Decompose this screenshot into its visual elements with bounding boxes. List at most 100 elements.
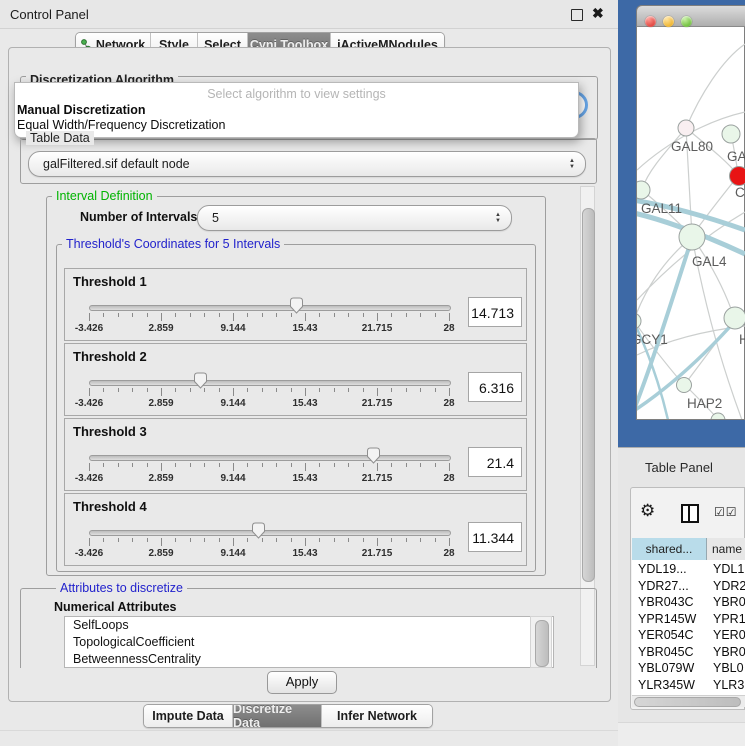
attribute-list-item[interactable]: TopologicalCoefficient	[65, 634, 553, 651]
network-node[interactable]	[679, 224, 705, 250]
zoom-traffic-light-icon[interactable]	[681, 16, 692, 27]
table-row[interactable]: YPR145WYPR1	[632, 612, 745, 629]
threshold-value-field[interactable]: 21.4	[468, 447, 522, 477]
table-row[interactable]: YBL079WYBL0	[632, 661, 745, 678]
minor-tick	[406, 463, 407, 467]
threshold-value-field[interactable]: 6.316	[468, 372, 522, 402]
slider-thumb[interactable]	[289, 297, 304, 314]
close-icon[interactable]: ✖	[592, 5, 604, 22]
algorithm-option-manual[interactable]: Manual Discretization	[17, 103, 146, 117]
select-columns-icon[interactable]: ☑☑	[714, 505, 738, 519]
minor-tick	[175, 538, 176, 542]
table-row[interactable]: YLR345WYLR3	[632, 678, 745, 695]
table-row[interactable]: YDR27...YDR2	[632, 579, 745, 596]
minor-tick	[319, 538, 320, 542]
network-node[interactable]	[722, 125, 740, 143]
minor-tick	[406, 538, 407, 542]
slider-track[interactable]	[89, 455, 451, 461]
cell-shared-name: YDL19...	[638, 562, 687, 576]
network-edge[interactable]	[692, 237, 734, 317]
network-edge[interactable]	[637, 237, 692, 320]
minor-tick	[276, 463, 277, 467]
algorithm-option-equal-width[interactable]: Equal Width/Frequency Discretization	[17, 118, 225, 132]
minor-tick	[103, 313, 104, 317]
tick-label: 21.715	[352, 548, 402, 559]
cell-shared-name: YBL079W	[638, 661, 694, 675]
minor-tick	[118, 463, 119, 467]
table-data-combobox[interactable]: galFiltered.sif default node ▲▼	[28, 151, 586, 177]
tick-label: 21.715	[352, 323, 402, 334]
tab-label: Discretize Data	[233, 704, 321, 728]
apply-button[interactable]: Apply	[267, 671, 337, 694]
minor-tick	[363, 313, 364, 317]
network-node[interactable]	[677, 378, 692, 393]
minor-tick	[319, 388, 320, 392]
network-node[interactable]	[724, 307, 745, 329]
major-tick	[233, 388, 234, 396]
major-tick	[161, 388, 162, 396]
threshold-value-field[interactable]: 11.344	[468, 522, 522, 552]
major-tick	[89, 463, 90, 471]
table-row[interactable]: YER054CYER0	[632, 628, 745, 645]
minor-tick	[435, 463, 436, 467]
minor-tick	[391, 463, 392, 467]
tab-infer-network[interactable]: Infer Network	[322, 705, 432, 727]
table-row[interactable]: YBR043CYBR0	[632, 595, 745, 612]
network-node[interactable]	[637, 313, 641, 329]
tab-discretize-data[interactable]: Discretize Data	[233, 705, 322, 727]
slider-thumb[interactable]	[193, 372, 208, 389]
float-window-icon[interactable]	[571, 9, 583, 21]
minor-tick	[391, 388, 392, 392]
table-hscrollbar-track[interactable]	[632, 695, 745, 707]
network-edge[interactable]	[642, 128, 686, 189]
major-tick	[449, 388, 450, 396]
minimize-traffic-light-icon[interactable]	[663, 16, 674, 27]
node-label: GCY1	[637, 332, 668, 347]
threshold-value-field[interactable]: 14.713	[468, 297, 522, 327]
network-node[interactable]	[637, 181, 650, 199]
gear-icon[interactable]: ⚙	[640, 501, 655, 521]
minor-tick	[247, 538, 248, 542]
attribute-list-item[interactable]: SelfLoops	[65, 617, 553, 634]
close-traffic-light-icon[interactable]	[645, 16, 656, 27]
minor-tick	[276, 313, 277, 317]
major-tick	[233, 313, 234, 321]
numerical-attributes-label: Numerical Attributes	[54, 600, 176, 614]
network-node[interactable]	[678, 120, 694, 136]
control-panel-title: Control Panel	[10, 7, 89, 22]
major-tick	[305, 388, 306, 396]
slider-track[interactable]	[89, 305, 451, 311]
number-of-intervals-combobox[interactable]: 5 ▲▼	[197, 205, 512, 231]
minor-tick	[103, 538, 104, 542]
column-header-shared-name[interactable]: shared...	[632, 538, 707, 560]
network-edge[interactable]	[686, 44, 745, 128]
slider-thumb[interactable]	[366, 447, 381, 464]
slider-thumb[interactable]	[251, 522, 266, 539]
network-canvas[interactable]: GAL80GACGAL11GAL4GCY1HHAP2	[637, 27, 745, 419]
slider-track[interactable]	[89, 530, 451, 536]
tab-impute-data[interactable]: Impute Data	[144, 705, 233, 727]
divider	[0, 730, 618, 731]
combobox-arrows-icon: ▲▼	[569, 158, 575, 170]
network-node[interactable]	[730, 167, 745, 186]
tick-label: 28	[424, 473, 474, 484]
table-row[interactable]: YBR045CYBR0	[632, 645, 745, 662]
slider-track[interactable]	[89, 380, 451, 386]
minor-tick	[334, 538, 335, 542]
minor-tick	[175, 463, 176, 467]
major-tick	[161, 463, 162, 471]
minor-tick	[118, 388, 119, 392]
table-row[interactable]: YDL19... YDL1	[632, 562, 745, 579]
tick-label: 21.715	[352, 473, 402, 484]
column-header-name[interactable]: name	[712, 538, 745, 560]
attribute-list-item[interactable]: BetweennessCentrality	[65, 651, 553, 668]
table-hscrollbar-thumb[interactable]	[634, 697, 741, 707]
cell-name: YDL1	[713, 562, 744, 576]
main-scrollbar-thumb[interactable]	[582, 208, 595, 582]
attributes-scrollbar-thumb[interactable]	[535, 620, 549, 667]
major-tick	[233, 463, 234, 471]
minor-tick	[291, 388, 292, 392]
column-layout-icon[interactable]	[681, 504, 699, 523]
network-window-titlebar[interactable]	[636, 5, 745, 27]
numerical-attributes-list[interactable]: SelfLoopsTopologicalCoefficientBetweenne…	[64, 616, 554, 668]
